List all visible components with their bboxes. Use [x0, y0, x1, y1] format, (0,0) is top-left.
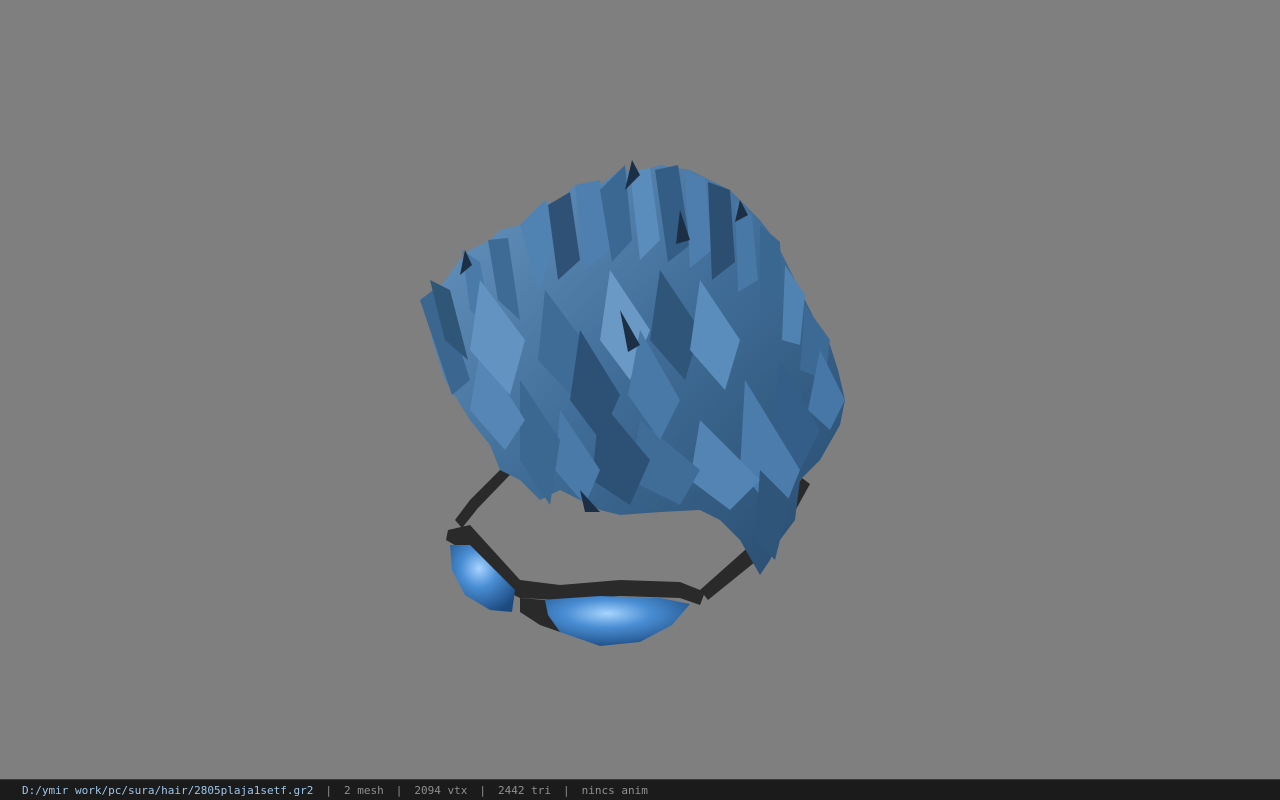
status-bar: D:/ymir work/pc/sura/hair/2805plaja1setf…: [0, 779, 1280, 800]
triangle-count-label: 2442 tri: [498, 783, 551, 797]
separator: |: [395, 783, 403, 797]
file-path-label: D:/ymir work/pc/sura/hair/2805plaja1setf…: [22, 783, 314, 797]
separator: |: [563, 783, 570, 797]
separator: |: [325, 783, 333, 797]
animation-status-label: nincs anim: [581, 783, 648, 797]
vertex-count-label: 2094 vtx: [414, 783, 468, 797]
hair-model-render: [420, 160, 845, 646]
mesh-count-label: 2 mesh: [344, 783, 384, 797]
separator: |: [479, 783, 487, 797]
3d-viewport[interactable]: [0, 0, 1280, 779]
